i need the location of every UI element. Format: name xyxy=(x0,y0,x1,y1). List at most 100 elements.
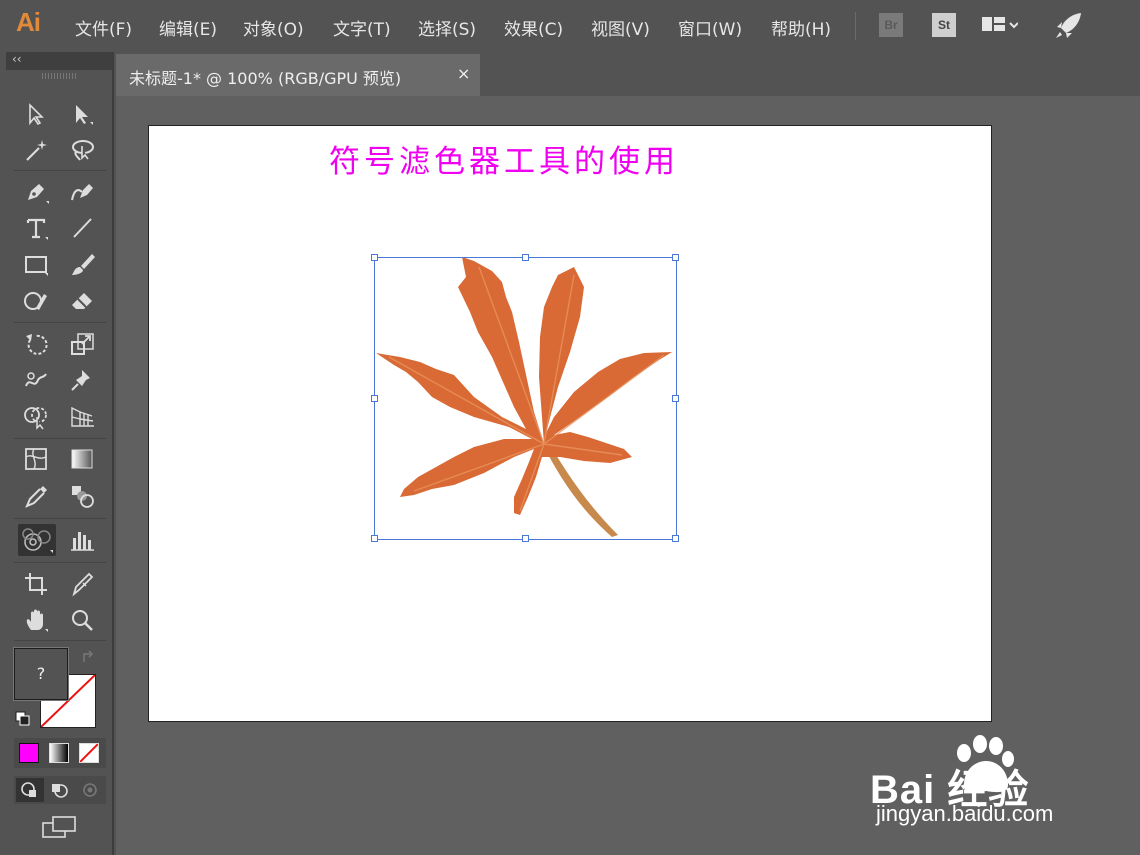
color-mode-bar xyxy=(14,738,106,768)
watermark-url: jingyan.baidu.com xyxy=(876,801,1054,826)
draw-mode-bar xyxy=(14,776,106,804)
color-button[interactable] xyxy=(19,743,39,763)
resize-handle-top[interactable] xyxy=(522,254,529,261)
close-tab-button[interactable]: × xyxy=(457,64,470,83)
eyedropper-tool[interactable] xyxy=(22,482,50,510)
blend-tool[interactable] xyxy=(68,482,96,510)
shape-builder-icon xyxy=(24,407,47,430)
slice-knife-icon xyxy=(72,572,94,597)
pen-nib-icon xyxy=(28,184,49,204)
resize-handle-top-right[interactable] xyxy=(672,254,679,261)
rotate-icon xyxy=(26,334,48,355)
tool-separator xyxy=(14,170,106,171)
fill-swatch[interactable]: ? xyxy=(13,647,69,701)
workspace-switcher[interactable] xyxy=(980,14,1019,38)
eyedropper-icon xyxy=(25,486,47,508)
rotate-tool[interactable] xyxy=(22,330,50,358)
resize-handle-bottom-left[interactable] xyxy=(371,535,378,542)
column-graph-tool[interactable] xyxy=(68,526,96,554)
menu-window[interactable]: 窗口(W) xyxy=(678,15,742,40)
pin-icon xyxy=(71,370,90,391)
resize-handle-top-left[interactable] xyxy=(371,254,378,261)
default-fill-stroke-icon[interactable] xyxy=(14,710,32,728)
magic-wand-icon xyxy=(26,140,47,161)
workspace-layout-icon xyxy=(982,17,1019,31)
menu-effect[interactable]: 效果(C) xyxy=(504,15,563,40)
tool-separator xyxy=(14,640,106,641)
perspective-grid-icon xyxy=(71,406,94,427)
menu-view[interactable]: 视图(V) xyxy=(591,15,650,40)
type-t-icon xyxy=(26,218,48,240)
gradient-button[interactable] xyxy=(49,743,69,763)
rectangle-tool[interactable] xyxy=(22,250,50,278)
eraser-icon xyxy=(72,293,92,309)
tool-separator xyxy=(14,322,106,323)
swap-fill-stroke-icon[interactable] xyxy=(80,648,100,668)
none-button[interactable] xyxy=(79,743,99,763)
pen-tool[interactable] xyxy=(22,178,50,206)
screen-mode-icon[interactable] xyxy=(40,814,80,842)
menu-help[interactable]: 帮助(H) xyxy=(771,15,831,40)
direct-selection-tool[interactable] xyxy=(68,100,96,128)
magic-wand-tool[interactable] xyxy=(22,136,50,164)
curvature-tool[interactable] xyxy=(68,178,96,206)
collapse-panel-button[interactable]: ‹‹ xyxy=(12,52,22,66)
perspective-grid-tool[interactable] xyxy=(68,402,96,430)
type-tool[interactable] xyxy=(22,214,50,242)
lasso-tool[interactable] xyxy=(68,136,96,164)
magnifier-icon xyxy=(72,610,93,631)
bridge-icon[interactable]: Br xyxy=(879,13,903,37)
slice-tool[interactable] xyxy=(68,570,96,598)
menu-file[interactable]: 文件(F) xyxy=(75,15,132,40)
mesh-tool[interactable] xyxy=(22,445,50,473)
eraser-tool[interactable] xyxy=(68,286,96,314)
hand-tool[interactable] xyxy=(22,606,50,634)
menu-type[interactable]: 文字(T) xyxy=(333,15,391,40)
document-tab-bar: 未标题-1* @ 100% (RGB/GPU 预览) × xyxy=(116,52,1140,97)
resize-handle-bottom[interactable] xyxy=(522,535,529,542)
draw-inside-button[interactable] xyxy=(76,778,104,802)
menu-select[interactable]: 选择(S) xyxy=(418,15,476,40)
shape-builder-tool[interactable] xyxy=(22,402,50,430)
resize-handle-left[interactable] xyxy=(371,395,378,402)
draw-behind-button[interactable] xyxy=(46,778,74,802)
shaper-icon xyxy=(24,292,47,310)
hand-icon xyxy=(26,609,48,632)
tool-separator xyxy=(14,438,106,439)
line-segment-tool[interactable] xyxy=(68,214,96,242)
artboard-icon xyxy=(25,573,47,595)
puppet-warp-tool[interactable] xyxy=(68,366,96,394)
gradient-tool[interactable] xyxy=(68,445,96,473)
menu-object[interactable]: 对象(O) xyxy=(243,15,304,40)
symbol-sprayer-tool[interactable] xyxy=(18,524,56,556)
selection-tool[interactable] xyxy=(22,100,50,128)
resize-handle-right[interactable] xyxy=(672,395,679,402)
tool-separator xyxy=(14,518,106,519)
symbol-sprayer-icon xyxy=(22,528,53,553)
publish-rocket-icon[interactable] xyxy=(1054,11,1084,41)
lasso-icon xyxy=(72,140,94,161)
scale-tool[interactable] xyxy=(68,330,96,358)
bar-chart-icon xyxy=(71,532,94,551)
warp-tool[interactable] xyxy=(22,366,50,394)
stock-icon[interactable]: St xyxy=(932,13,956,37)
draw-normal-button[interactable] xyxy=(16,778,44,802)
artboard-title-text[interactable]: 符号滤色器工具的使用 xyxy=(329,136,679,181)
document-tab[interactable]: 未标题-1* @ 100% (RGB/GPU 预览) × xyxy=(116,54,480,96)
selection-bounding-box[interactable] xyxy=(371,254,679,542)
tools-panel-header: ‹‹ xyxy=(6,52,112,70)
artboard-tool[interactable] xyxy=(22,570,50,598)
panel-grip-handle[interactable] xyxy=(42,73,76,79)
blend-icon xyxy=(72,486,94,508)
direct-arrow-icon xyxy=(76,105,93,125)
menu-edit[interactable]: 编辑(E) xyxy=(159,15,217,40)
zoom-tool[interactable] xyxy=(68,606,96,634)
paintbrush-tool[interactable] xyxy=(68,250,96,278)
shaper-tool[interactable] xyxy=(22,286,50,314)
document-tab-title: 未标题-1* @ 100% (RGB/GPU 预览) xyxy=(129,69,402,88)
rectangle-icon xyxy=(25,256,48,276)
tools-panel: ‹‹ ? xyxy=(6,52,114,855)
resize-handle-bottom-right[interactable] xyxy=(672,535,679,542)
app-logo: Ai xyxy=(16,7,41,37)
curvature-pen-icon xyxy=(71,184,93,201)
